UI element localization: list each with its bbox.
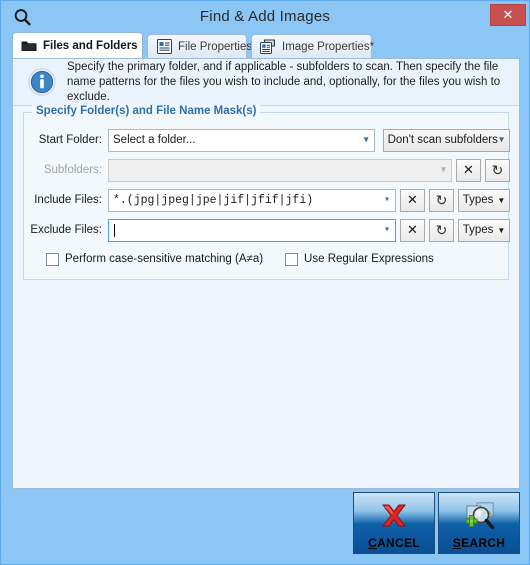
chevron-down-icon: ▾: [383, 195, 390, 206]
search-button[interactable]: SEARCH: [438, 492, 520, 554]
exclude-types-button[interactable]: Types ▼: [458, 218, 510, 242]
checkbox-box[interactable]: [285, 252, 299, 266]
chevron-down-icon: ▼: [497, 225, 506, 235]
info-bar: Specify the primary folder, and if appli…: [13, 59, 519, 106]
document-properties-icon: [156, 39, 172, 55]
reset-exclude-button[interactable]: ↻: [429, 218, 454, 242]
groupbox-title: Specify Folder(s) and File Name Mask(s): [32, 105, 261, 117]
dialog-footer: CANCEL SEARCH: [1, 491, 529, 564]
chevron-down-icon: ▾: [498, 134, 504, 146]
start-folder-label: Start Folder:: [38, 134, 102, 146]
red-x-icon: [376, 500, 412, 534]
info-text: Specify the primary folder, and if appli…: [67, 60, 501, 103]
start-folder-value: Select a folder...: [113, 134, 196, 146]
matching-options-row: Perform case-sensitive matching (A≠a) Us…: [24, 249, 510, 269]
find-add-images-window: Find & Add Images ✕ Files and Folders Fi…: [0, 0, 530, 565]
reset-include-button[interactable]: ↻: [429, 188, 454, 212]
tab-label: Image Properties*: [282, 40, 375, 53]
tab-files-and-folders[interactable]: Files and Folders: [12, 32, 143, 58]
text-cursor: [114, 223, 115, 237]
tab-file-properties[interactable]: File Properties: [147, 34, 252, 58]
chevron-down-icon: ▼: [497, 195, 506, 205]
checkbox-box[interactable]: [46, 252, 59, 266]
search-rest: EARCH: [461, 536, 506, 550]
cancel-accel-letter: C: [368, 536, 378, 550]
reset-subfolders-button[interactable]: ↻: [485, 158, 510, 182]
scan-mode-combo[interactable]: Don't scan subfolders ▾: [382, 128, 510, 152]
include-types-button[interactable]: Types ▼: [458, 188, 510, 212]
cancel-rest: ANCEL: [377, 536, 420, 550]
types-label: Types: [462, 224, 494, 236]
cancel-button[interactable]: CANCEL: [353, 492, 435, 554]
scan-mode-value: Don't scan subfolders: [387, 134, 498, 146]
case-sensitive-checkbox[interactable]: Perform case-sensitive matching (A≠a): [46, 252, 264, 266]
start-folder-row: Start Folder: Select a folder... ▾ Don't…: [24, 127, 510, 153]
close-button[interactable]: ✕: [490, 4, 526, 26]
checkbox-label: Use Regular Expressions: [304, 253, 434, 265]
tab-label: File Properties: [178, 40, 253, 53]
exclude-files-combo[interactable]: ▾: [108, 218, 396, 242]
exclude-files-label: Exclude Files:: [30, 224, 102, 236]
include-files-label: Include Files:: [34, 194, 102, 206]
folder-and-mask-groupbox: Specify Folder(s) and File Name Mask(s) …: [23, 105, 510, 280]
search-label: SEARCH: [453, 536, 505, 550]
types-label: Types: [462, 194, 494, 206]
include-files-row: Include Files: *.(jpg|jpeg|jpe|jif|jfif|…: [24, 187, 510, 213]
subfolders-label: Subfolders:: [43, 164, 102, 176]
subfolders-combo: ▾: [108, 158, 452, 182]
start-folder-combo[interactable]: Select a folder... ▾: [108, 128, 375, 152]
checkbox-label: Perform case-sensitive matching (A≠a): [65, 253, 264, 265]
search-accel-letter: S: [452, 536, 462, 550]
chevron-down-icon: ▾: [363, 134, 369, 146]
include-files-value: *.(jpg|jpeg|jpe|jif|jfif|jfi): [113, 193, 314, 207]
tab-image-properties[interactable]: Image Properties*: [251, 34, 375, 58]
title-bar: Find & Add Images ✕: [1, 1, 529, 32]
window-title: Find & Add Images: [199, 8, 331, 25]
subfolders-row: Subfolders: ▾ ✕ ↻: [24, 157, 510, 183]
folder-icon: [21, 38, 37, 54]
cancel-label: CANCEL: [368, 536, 420, 550]
clear-exclude-button[interactable]: ✕: [400, 218, 425, 242]
clear-subfolders-button[interactable]: ✕: [456, 158, 481, 182]
magnifier-add-image-icon: [461, 500, 497, 534]
chevron-down-icon: ▾: [440, 164, 446, 176]
clear-include-button[interactable]: ✕: [400, 188, 425, 212]
regex-checkbox[interactable]: Use Regular Expressions: [285, 252, 434, 266]
tab-label: Files and Folders: [43, 39, 138, 52]
chevron-down-icon: ▾: [383, 225, 390, 236]
image-properties-icon: [260, 39, 276, 55]
info-icon: [27, 67, 57, 97]
include-files-combo[interactable]: *.(jpg|jpeg|jpe|jif|jfif|jfi) ▾: [108, 188, 396, 212]
tab-strip: Files and Folders File Properties Image …: [1, 32, 529, 84]
content-panel: Specify the primary folder, and if appli…: [12, 58, 520, 489]
exclude-files-row: Exclude Files: ▾ ✕ ↻ Types ▼: [24, 217, 510, 243]
